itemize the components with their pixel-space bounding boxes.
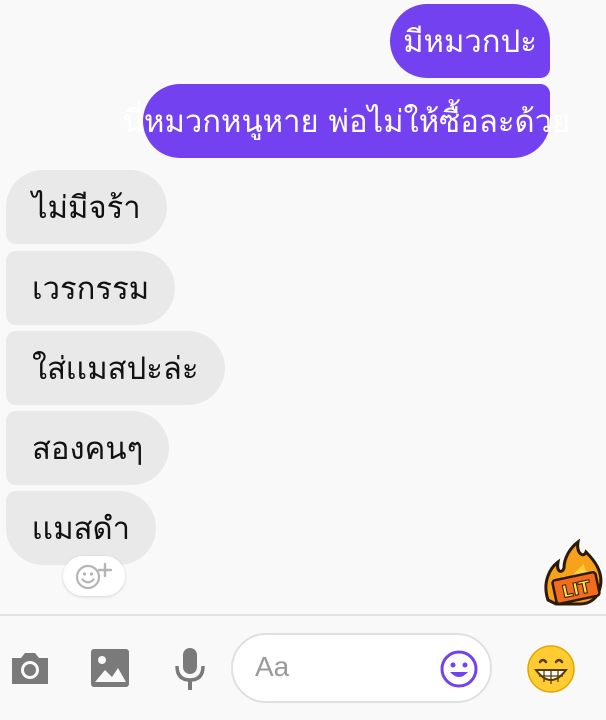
image-icon [91,649,129,687]
message-text: ไม่มีจร้า [32,190,141,226]
incoming-message[interactable]: ไม่มีจร้า [6,170,167,244]
emoji-picker-icon[interactable] [439,649,479,689]
message-text: เวรกรรม [32,271,150,307]
incoming-message[interactable]: ใส่เเมสปะล่ะ [6,331,225,405]
camera-button[interactable] [8,648,52,688]
outgoing-message[interactable]: นี่หมวกหนูหาย พ่อไม่ให้ซื้อละด้วย [123,84,570,158]
camera-icon [12,653,48,684]
grinning-face-icon [527,645,575,693]
incoming-message[interactable]: เเมสดำ [6,491,157,565]
microphone-icon [175,648,205,690]
incoming-message[interactable]: เวรกรรม [6,251,176,325]
lit-fire-sticker[interactable]: LIT [540,538,606,608]
message-text: ใส่เเมสปะล่ะ [32,351,199,387]
incoming-message[interactable]: สองคนๆ [6,411,170,485]
outgoing-message[interactable]: มีหมวกปะ [390,4,550,78]
message-text: มีหมวกปะ [403,24,537,60]
gallery-button[interactable] [90,648,130,688]
add-reaction-button[interactable] [63,556,125,596]
message-text: สองคนๆ [32,431,144,467]
add-reaction-icon [75,562,113,590]
message-text: เเมสดำ [32,511,131,547]
message-input[interactable]: Aa [231,633,492,703]
chat-thread: มีหมวกปะ นี่หมวกหนูหาย พ่อไม่ให้ซื้อละด้… [0,0,606,614]
voice-message-button[interactable] [172,646,208,692]
message-input-placeholder: Aa [255,651,290,682]
send-emoji-button[interactable] [526,644,576,694]
message-text: นี่หมวกหนูหาย พ่อไม่ให้ซื้อละด้วย [122,104,571,140]
